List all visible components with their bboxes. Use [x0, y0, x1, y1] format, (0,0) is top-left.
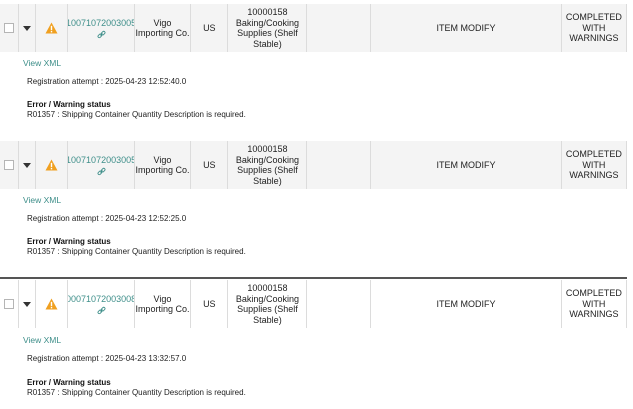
category-cell: 10000158 Baking/Cooking Supplies (Shelf …: [228, 4, 308, 52]
registration-attempt: Registration attempt : 2025-04-23 12:52:…: [27, 214, 187, 223]
status-cell: [36, 280, 69, 328]
empty-cell: [307, 4, 372, 52]
supplier-cell: Vigo Importing Co.: [135, 141, 192, 189]
gtin-cell: 10071072003005: [68, 141, 135, 189]
expand-toggle[interactable]: [19, 280, 36, 328]
registration-attempt: Registration attempt : 2025-04-23 13:32:…: [27, 354, 187, 363]
expand-toggle[interactable]: [19, 4, 36, 52]
caret-down-icon: [22, 162, 31, 168]
select-checkbox[interactable]: [0, 141, 20, 189]
caret-down-icon: [22, 301, 31, 307]
gtin-link[interactable]: 10071072003005: [68, 18, 133, 29]
status-cell: [36, 141, 69, 189]
error-status-title: Error / Warning status: [27, 378, 111, 387]
view-xml-link[interactable]: View XML: [23, 58, 61, 68]
expand-toggle[interactable]: [19, 141, 36, 189]
country-cell: US: [191, 141, 229, 189]
link-chain-icon[interactable]: [97, 30, 106, 39]
action-cell: ITEM MODIFY: [371, 280, 562, 328]
status-cell: [36, 4, 69, 52]
category-cell: 10000158 Baking/Cooking Supplies (Shelf …: [228, 141, 308, 189]
view-xml-link[interactable]: View XML: [23, 335, 61, 345]
gtin-link[interactable]: 00071072003008: [68, 294, 133, 305]
error-message: R01357 : Shipping Container Quantity Des…: [27, 110, 246, 119]
result-cell: COMPLETED WITH WARNINGS: [562, 4, 627, 52]
country-cell: US: [191, 280, 229, 328]
empty-cell: [307, 280, 372, 328]
error-message: R01357 : Shipping Container Quantity Des…: [27, 247, 246, 256]
link-chain-icon[interactable]: [97, 306, 106, 315]
section-divider: [0, 277, 627, 279]
gtin-cell: 00071072003008: [68, 280, 135, 328]
view-xml-link[interactable]: View XML: [23, 195, 61, 205]
gtin-link[interactable]: 10071072003005: [68, 155, 133, 166]
error-status-title: Error / Warning status: [27, 237, 111, 246]
select-checkbox[interactable]: [0, 4, 20, 52]
table-row: 10071072003005 Vigo Importing Co. US 100…: [0, 141, 627, 189]
supplier-cell: Vigo Importing Co.: [135, 4, 192, 52]
link-chain-icon[interactable]: [97, 167, 106, 176]
error-status-title: Error / Warning status: [27, 100, 111, 109]
warning-triangle-icon: [45, 22, 58, 34]
record-details: View XML Registration attempt : 2025-04-…: [0, 328, 627, 409]
record-block-1: 10071072003005 Vigo Importing Co. US 100…: [0, 4, 627, 136]
record-details: View XML Registration attempt : 2025-04-…: [0, 189, 627, 273]
empty-cell: [307, 141, 372, 189]
error-message: R01357 : Shipping Container Quantity Des…: [27, 388, 246, 397]
action-cell: ITEM MODIFY: [371, 141, 562, 189]
record-block-3: 00071072003008 Vigo Importing Co. US 100…: [0, 280, 627, 409]
warning-triangle-icon: [45, 159, 58, 171]
supplier-cell: Vigo Importing Co.: [135, 280, 192, 328]
registration-attempt: Registration attempt : 2025-04-23 12:52:…: [27, 77, 187, 86]
action-cell: ITEM MODIFY: [371, 4, 562, 52]
country-cell: US: [191, 4, 229, 52]
select-checkbox[interactable]: [0, 280, 20, 328]
record-block-2: 10071072003005 Vigo Importing Co. US 100…: [0, 141, 627, 273]
gtin-cell: 10071072003005: [68, 4, 135, 52]
record-details: View XML Registration attempt : 2025-04-…: [0, 52, 627, 136]
table-row: 00071072003008 Vigo Importing Co. US 100…: [0, 280, 627, 328]
result-cell: COMPLETED WITH WARNINGS: [562, 280, 627, 328]
warning-triangle-icon: [45, 298, 58, 310]
result-cell: COMPLETED WITH WARNINGS: [562, 141, 627, 189]
caret-down-icon: [22, 25, 31, 31]
table-row: 10071072003005 Vigo Importing Co. US 100…: [0, 4, 627, 52]
category-cell: 10000158 Baking/Cooking Supplies (Shelf …: [228, 280, 308, 328]
